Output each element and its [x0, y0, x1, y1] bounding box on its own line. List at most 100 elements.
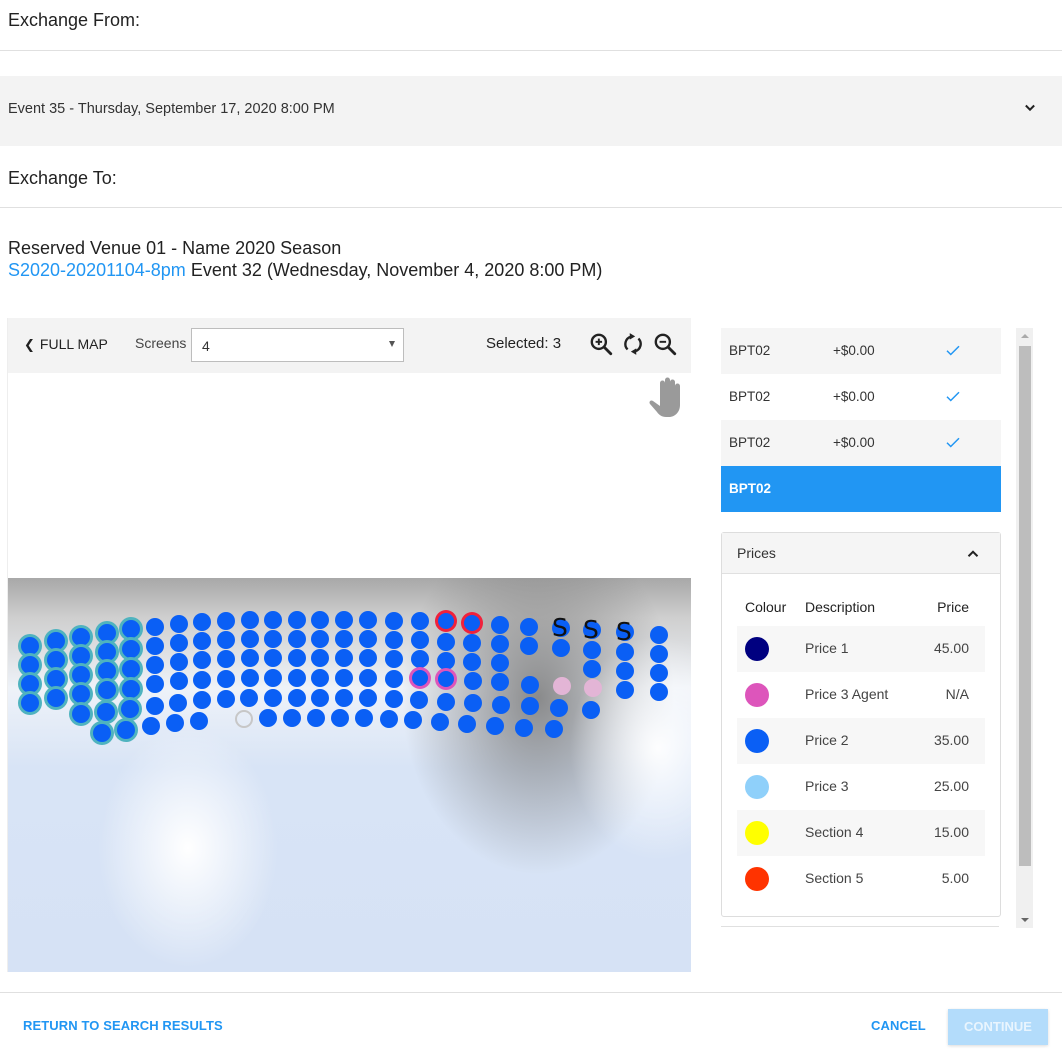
prices-header[interactable]: Prices: [722, 533, 1000, 574]
seat[interactable]: [650, 645, 668, 663]
seat[interactable]: [47, 651, 65, 669]
seat[interactable]: [380, 710, 398, 728]
seat[interactable]: [311, 611, 329, 629]
seat[interactable]: [520, 618, 538, 636]
seat[interactable]: [217, 612, 235, 630]
seat[interactable]: [21, 694, 39, 712]
seat[interactable]: [72, 628, 90, 646]
seat[interactable]: [241, 649, 259, 667]
seat[interactable]: [98, 681, 116, 699]
seat[interactable]: [146, 618, 164, 636]
seat[interactable]: [515, 719, 533, 737]
seat[interactable]: [545, 720, 563, 738]
seat[interactable]: [552, 639, 570, 657]
seat[interactable]: [359, 689, 377, 707]
seat[interactable]: [550, 699, 568, 717]
seat-selected[interactable]: [412, 670, 428, 686]
seat[interactable]: [311, 669, 329, 687]
side-panel-scrollbar[interactable]: [1016, 328, 1033, 928]
seat[interactable]: [491, 635, 509, 653]
seat[interactable]: [458, 715, 476, 733]
seat[interactable]: [146, 675, 164, 693]
seat[interactable]: [335, 689, 353, 707]
seat[interactable]: [190, 712, 208, 730]
seat[interactable]: [117, 721, 135, 739]
seat[interactable]: [47, 670, 65, 688]
seat[interactable]: [584, 679, 602, 697]
seat[interactable]: [385, 690, 403, 708]
seat[interactable]: [616, 643, 634, 661]
seat[interactable]: [411, 612, 429, 630]
seat[interactable]: [335, 611, 353, 629]
seat[interactable]: [21, 675, 39, 693]
seat[interactable]: [463, 653, 481, 671]
seat[interactable]: [98, 643, 116, 661]
seat[interactable]: [47, 689, 65, 707]
continue-button[interactable]: CONTINUE: [948, 1009, 1048, 1045]
seat[interactable]: [491, 673, 509, 691]
seat[interactable]: [335, 669, 353, 687]
seat[interactable]: [521, 697, 539, 715]
seat[interactable]: [241, 611, 259, 629]
seat[interactable]: [437, 633, 455, 651]
seat[interactable]: [553, 677, 571, 695]
seat[interactable]: [193, 691, 211, 709]
chevron-up-icon[interactable]: [964, 545, 982, 563]
seat[interactable]: [411, 650, 429, 668]
zoom-out-icon[interactable]: [652, 331, 678, 357]
scroll-up-arrow-icon[interactable]: [1021, 334, 1029, 338]
seat[interactable]: [650, 664, 668, 682]
seat[interactable]: [583, 641, 601, 659]
seat[interactable]: [650, 626, 668, 644]
seat[interactable]: [122, 660, 140, 678]
seat[interactable]: [437, 652, 455, 670]
seat[interactable]: [72, 685, 90, 703]
seat[interactable]: [491, 616, 509, 634]
seat[interactable]: [491, 654, 509, 672]
seat[interactable]: [385, 631, 403, 649]
seat[interactable]: [307, 709, 325, 727]
seat[interactable]: [359, 611, 377, 629]
seat[interactable]: [650, 683, 668, 701]
seat[interactable]: [431, 713, 449, 731]
seat[interactable]: [288, 611, 306, 629]
chevron-down-icon[interactable]: [1020, 98, 1040, 118]
seat[interactable]: [583, 660, 601, 678]
exchange-from-event-dropdown[interactable]: Event 35 - Thursday, September 17, 2020 …: [0, 76, 1062, 146]
seat-map-canvas[interactable]: SSS: [8, 373, 691, 972]
seat[interactable]: [311, 630, 329, 648]
seat[interactable]: [193, 651, 211, 669]
seat[interactable]: [21, 637, 39, 655]
seat[interactable]: [122, 640, 140, 658]
seat[interactable]: [121, 700, 139, 718]
seat[interactable]: [359, 630, 377, 648]
seat[interactable]: [170, 615, 188, 633]
seat[interactable]: [331, 709, 349, 727]
seat[interactable]: [404, 711, 422, 729]
seat[interactable]: [616, 681, 634, 699]
ticket-row[interactable]: BPT02 +$0.00: [721, 328, 1001, 374]
seat[interactable]: [122, 680, 140, 698]
seat[interactable]: [582, 701, 600, 719]
full-map-button[interactable]: ❮ FULL MAP: [24, 336, 108, 353]
seat[interactable]: [288, 669, 306, 687]
seat[interactable]: [385, 650, 403, 668]
seat[interactable]: [146, 697, 164, 715]
seat[interactable]: [463, 634, 481, 652]
seat[interactable]: [410, 691, 428, 709]
scroll-thumb[interactable]: [1019, 346, 1031, 866]
seat[interactable]: [288, 649, 306, 667]
seat[interactable]: [283, 709, 301, 727]
seat[interactable]: [264, 669, 282, 687]
cancel-button[interactable]: CANCEL: [871, 1018, 926, 1033]
seat[interactable]: [217, 631, 235, 649]
seat[interactable]: [72, 647, 90, 665]
seat[interactable]: [169, 694, 187, 712]
seat[interactable]: [385, 670, 403, 688]
seat[interactable]: [166, 714, 184, 732]
seat[interactable]: [93, 724, 111, 742]
zoom-in-icon[interactable]: [588, 331, 614, 357]
seat[interactable]: [616, 662, 634, 680]
reset-rotate-icon[interactable]: [620, 331, 646, 357]
event-code-link[interactable]: S2020-20201104-8pm: [8, 260, 186, 280]
